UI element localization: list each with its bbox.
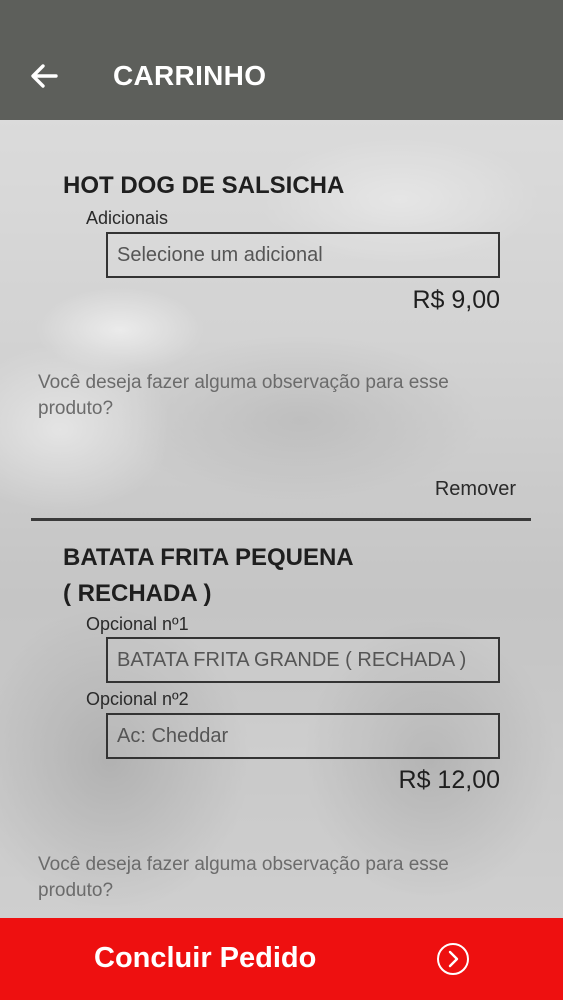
observation-input[interactable]: Você deseja fazer alguma observação para… [38, 370, 528, 422]
cart-list[interactable]: HOT DOG DE SALSICHA Adicionais Selecione… [0, 120, 563, 918]
remove-button[interactable]: Remover [435, 478, 516, 501]
option-label: Opcional nº2 [86, 689, 189, 709]
product-name-line: HOT DOG DE SALSICHA [63, 172, 345, 199]
app-bar: CARRINHO [0, 0, 563, 120]
product-name-line: ( RECHADA ) [63, 580, 212, 607]
arrow-left-icon [31, 64, 58, 88]
product-name: BATATA FRITA PEQUENA ( RECHADA ) [63, 540, 354, 612]
item-price: R$ 12,00 [398, 766, 500, 794]
back-button[interactable] [26, 58, 62, 94]
product-name: HOT DOG DE SALSICHA [63, 168, 344, 204]
product-name-line: BATATA FRITA PEQUENA [63, 544, 354, 571]
page-title: CARRINHO [113, 60, 267, 91]
chevron-right-circle-icon [437, 943, 469, 975]
item-price: R$ 9,00 [412, 286, 500, 314]
option-1-select[interactable]: BATATA FRITA GRANDE ( RECHADA ) [106, 637, 500, 683]
option-2-select[interactable]: Ac: Cheddar [106, 713, 500, 759]
checkout-label: Concluir Pedido [94, 942, 317, 974]
observation-input[interactable]: Você deseja fazer alguma observação para… [38, 852, 528, 904]
option-label: Opcional nº1 [86, 614, 189, 634]
option-label: Adicionais [86, 208, 169, 228]
addon-select[interactable]: Selecione um adicional [106, 232, 500, 278]
item-divider [31, 518, 531, 521]
checkout-button[interactable]: Concluir Pedido [0, 918, 563, 1000]
